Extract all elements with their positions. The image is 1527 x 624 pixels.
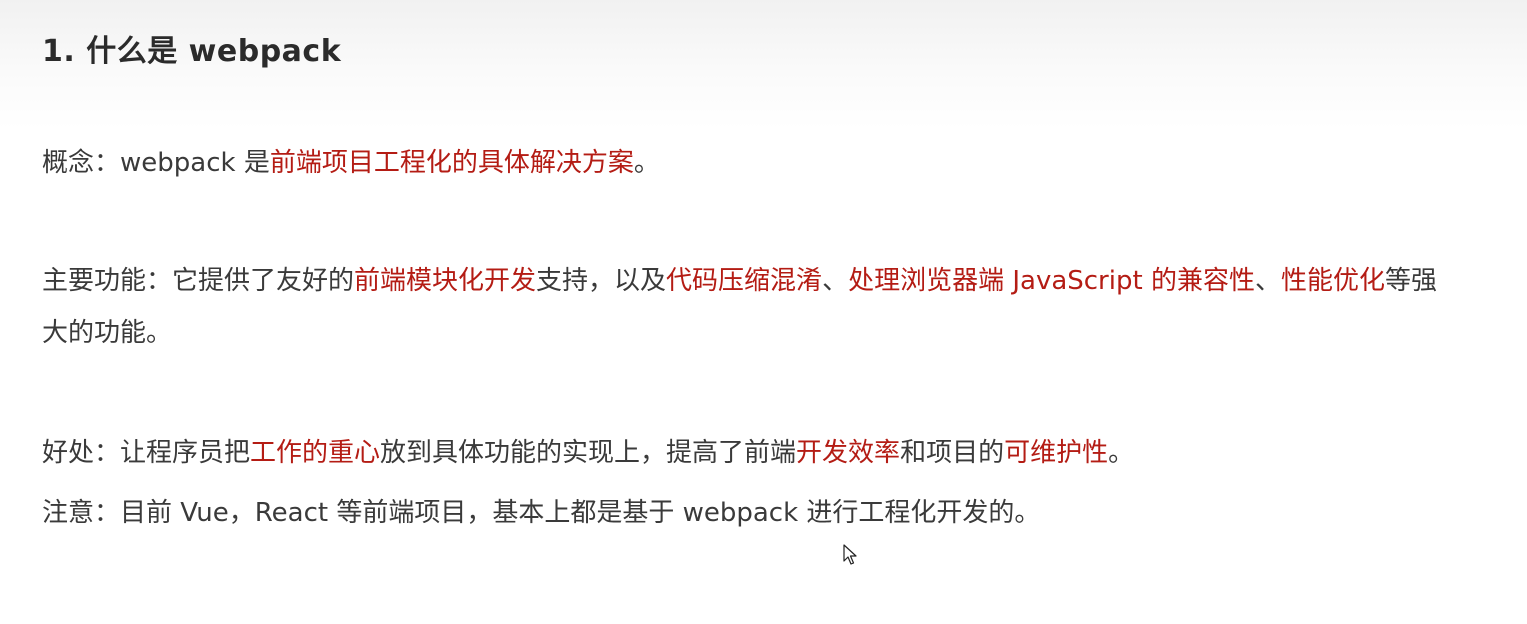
benefit-text-1: 好处：让程序员把 — [42, 438, 251, 468]
features-highlight-2: 代码压缩混淆 — [666, 266, 823, 296]
features-text-2: 支持，以及 — [536, 266, 667, 296]
benefit-highlight-2: 开发效率 — [796, 438, 901, 468]
features-text-1: 主要功能：它提供了友好的 — [42, 266, 355, 296]
concept-paragraph: 概念：webpack 是前端项目工程化的具体解决方案。 — [42, 137, 1462, 189]
benefit-text-4: 。 — [1108, 438, 1135, 468]
features-text-3: 、 — [822, 266, 849, 296]
features-paragraph: 主要功能：它提供了友好的前端模块化开发支持，以及代码压缩混淆、处理浏览器端 Ja… — [42, 255, 1462, 359]
concept-highlight: 前端项目工程化的具体解决方案 — [269, 148, 634, 178]
features-highlight-4: 性能优化 — [1280, 266, 1385, 296]
section-heading: 1. 什么是 webpack — [42, 34, 342, 69]
concept-label: 概念：webpack 是 — [42, 148, 270, 178]
benefit-highlight-1: 工作的重心 — [250, 438, 381, 468]
benefit-paragraph: 好处：让程序员把工作的重心放到具体功能的实现上，提高了前端开发效率和项目的可维护… — [42, 427, 1462, 479]
features-highlight-3: 处理浏览器端 JavaScript 的兼容性 — [848, 266, 1255, 296]
benefit-text-3: 和项目的 — [900, 438, 1005, 468]
mouse-pointer-icon — [843, 544, 857, 565]
features-highlight-1: 前端模块化开发 — [354, 266, 537, 296]
benefit-text-2: 放到具体功能的实现上，提高了前端 — [380, 438, 797, 468]
concept-end: 。 — [633, 148, 660, 178]
benefit-highlight-3: 可维护性 — [1004, 438, 1109, 468]
features-text-4: 、 — [1254, 266, 1281, 296]
note-paragraph: 注意：目前 Vue，React 等前端项目，基本上都是基于 webpack 进行… — [42, 498, 1041, 528]
